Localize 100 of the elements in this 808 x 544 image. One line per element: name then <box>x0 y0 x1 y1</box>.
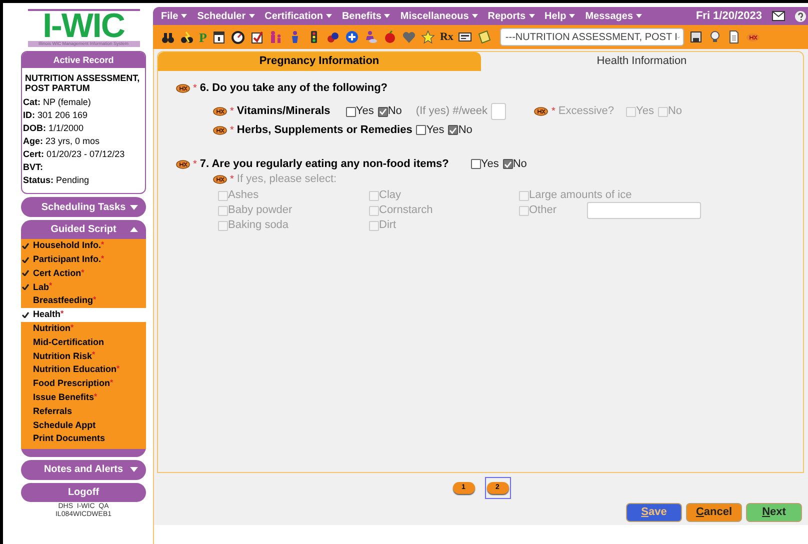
per-week-field[interactable] <box>491 103 506 120</box>
scheduling-tasks-header[interactable]: Scheduling Tasks <box>21 197 146 217</box>
required-asterisk: * <box>230 124 234 138</box>
history-badge-icon[interactable] <box>176 160 190 168</box>
checkbox[interactable]: No <box>448 122 472 138</box>
history-badge-icon[interactable] <box>213 174 227 184</box>
guided-script-item[interactable]: Nutrition Education* <box>21 363 146 377</box>
notes-and-alerts-header[interactable]: Notes and Alerts <box>21 460 146 480</box>
caret-down-icon <box>248 14 255 18</box>
record-field: Status: Pending <box>23 174 144 187</box>
logoff-button[interactable]: Logoff <box>21 482 146 502</box>
guided-script-item[interactable]: Breastfeeding* <box>21 294 146 308</box>
guided-script-item[interactable]: Schedule Appt <box>21 418 146 432</box>
required-asterisk: * <box>49 280 52 292</box>
required-asterisk: * <box>92 349 96 362</box>
menu-item[interactable]: Help <box>544 8 576 24</box>
check-icon <box>378 108 387 115</box>
cancel-button[interactable]: Cancel <box>686 503 742 522</box>
star-icon[interactable] <box>420 30 435 44</box>
question-label: Excessive? <box>558 104 614 120</box>
record-field: Cert: 01/20/23 - 07/12/23 <box>23 148 144 161</box>
caret-down-icon <box>384 14 390 18</box>
guided-script-item[interactable]: Print Documents <box>21 432 146 446</box>
caret-down-icon <box>528 14 535 18</box>
caret-down-icon <box>636 14 642 18</box>
guided-script-item[interactable]: Participant Info.* <box>21 252 146 267</box>
binoculars-icon[interactable] <box>180 30 194 44</box>
required-asterisk: * <box>93 294 96 306</box>
menu-item[interactable]: Reports <box>488 8 535 24</box>
help-icon[interactable] <box>795 10 806 22</box>
calendar-icon[interactable] <box>212 30 226 44</box>
record-dropdown[interactable]: ---NUTRITION ASSESSMENT, POST I <box>500 28 684 46</box>
required-asterisk: * <box>81 266 84 279</box>
date-text: Fri 1/20/2023 <box>696 8 762 24</box>
caret-down-icon <box>569 14 576 18</box>
record-field: Age: 23 yrs, 0 mos <box>23 135 144 148</box>
check-icon <box>504 160 512 168</box>
guided-script-item[interactable]: Issue Benefits* <box>21 390 146 405</box>
record-field: Cat: NP (female) <box>23 96 144 109</box>
heart-icon[interactable] <box>402 30 416 44</box>
question-label: Herbs, Supplements or Remedies <box>236 122 412 138</box>
history-badge-icon[interactable] <box>213 126 227 134</box>
record-field: DOB: 1/1/2000 <box>23 122 144 135</box>
check-icon <box>449 126 458 134</box>
envelope-icon[interactable] <box>772 11 785 21</box>
required-asterisk: * <box>551 105 556 119</box>
binoculars-icon[interactable] <box>161 30 175 44</box>
guided-script-item[interactable]: Nutrition* <box>21 322 146 336</box>
guided-script-item[interactable]: Mid-Certification <box>21 336 146 350</box>
checkbox-icon[interactable] <box>250 30 264 44</box>
dial-icon[interactable] <box>230 30 245 44</box>
caret-down-icon <box>326 14 332 18</box>
question-label: Vitamins/Minerals <box>236 104 332 120</box>
checkbox[interactable]: No <box>378 103 402 120</box>
required-asterisk: * <box>60 308 64 320</box>
field-label: (If yes) #/week <box>416 104 488 120</box>
required-asterisk: * <box>193 82 197 96</box>
plus-icon[interactable] <box>344 30 359 44</box>
required-asterisk: * <box>193 158 197 172</box>
menu-item[interactable]: File <box>161 8 188 24</box>
document-icon[interactable] <box>727 30 742 44</box>
other-field[interactable] <box>586 202 701 219</box>
guided-script-item[interactable]: Household Info.* <box>21 239 146 253</box>
tab[interactable]: Pregnancy Information <box>158 52 480 71</box>
required-asterisk: * <box>94 390 98 403</box>
guided-script-item[interactable]: Food Prescription* <box>21 376 146 391</box>
question-text: 6. Do you take any of the following? <box>200 80 388 96</box>
caret-down-icon <box>472 14 478 18</box>
next-button[interactable]: Next <box>746 503 802 522</box>
mother-baby-icon[interactable] <box>364 30 378 44</box>
required-asterisk: * <box>230 105 234 119</box>
guided-script-item[interactable]: Health* <box>21 308 146 322</box>
required-asterisk: * <box>110 376 114 389</box>
required-asterisk: * <box>101 252 104 265</box>
question-label: If yes, please select: <box>236 172 337 187</box>
guided-script-item[interactable]: Cert Action* <box>21 266 146 280</box>
required-asterisk: * <box>101 239 104 251</box>
card-icon[interactable] <box>458 30 472 44</box>
menu-item[interactable]: Scheduler <box>197 8 255 24</box>
drops-icon[interactable] <box>326 30 340 44</box>
required-asterisk: * <box>70 322 74 334</box>
guided-script-header[interactable]: Guided Script <box>21 220 146 239</box>
menu-item[interactable]: Benefits <box>342 8 390 24</box>
menu-item[interactable]: Certification <box>264 8 332 24</box>
checkbox[interactable]: Yes <box>416 122 444 138</box>
history-badge-icon[interactable] <box>534 107 548 116</box>
required-asterisk: * <box>230 172 234 186</box>
checkbox[interactable]: Yes <box>346 103 374 120</box>
guided-script-item[interactable]: Lab* <box>21 280 146 294</box>
menu-item[interactable]: Messages <box>585 8 642 24</box>
history-badge-icon[interactable] <box>213 107 227 116</box>
toolbar-button[interactable]: Rx <box>440 32 454 42</box>
note-icon[interactable] <box>477 30 492 44</box>
lightbulb-icon[interactable] <box>708 30 722 44</box>
record-field: ID: 301 206 169 <box>23 109 144 122</box>
guided-script-item[interactable]: Nutrition Risk* <box>21 349 146 364</box>
history-badge-icon[interactable] <box>176 84 190 92</box>
guided-script-item[interactable]: Referrals <box>21 404 146 418</box>
record-field: BVT: <box>23 161 144 174</box>
menu-item[interactable]: Miscellaneous <box>400 8 478 24</box>
